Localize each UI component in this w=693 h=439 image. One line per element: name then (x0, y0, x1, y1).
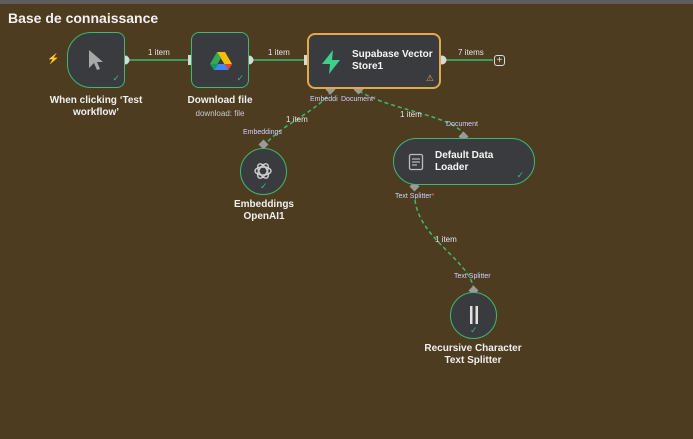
node-default-data-loader[interactable]: Default Data Loader ✓ (393, 138, 535, 185)
wire-label-splitter: 1 item (435, 235, 457, 244)
success-check-icon: ✓ (236, 73, 244, 83)
success-check-icon: ✓ (470, 325, 478, 335)
download-sublabel: download: file (195, 109, 245, 118)
trigger-label: When clicking ‘Test workflow’ (49, 95, 143, 118)
wire-label-embeddings: 1 item (286, 115, 308, 124)
add-node-button[interactable]: + (494, 55, 505, 66)
port-label-embedding: Embeddi (310, 96, 338, 103)
node-manual-trigger[interactable]: ✓ (67, 32, 125, 88)
node-download-file[interactable]: ✓ (191, 32, 249, 88)
port-label-loader-text-splitter: Text Splitter* (395, 193, 435, 200)
port-label-loader-in: Document (446, 121, 478, 128)
wire-label-trigger-download: 1 item (148, 48, 170, 57)
node-embeddings-openai[interactable]: ✓ (240, 148, 287, 195)
embeddings-label: Embeddings OpenAI1 (233, 199, 294, 222)
success-check-icon: ✓ (516, 170, 524, 180)
pointer-icon (89, 50, 103, 70)
supabase-icon (322, 50, 340, 74)
port-label-embeddings-in: Embeddings (243, 129, 282, 136)
loader-label: Default Data Loader (435, 150, 494, 173)
port-label-document: Document* (341, 96, 376, 103)
google-drive-icon (210, 52, 232, 70)
success-check-icon: ✓ (112, 73, 120, 83)
wire-label-supabase-out: 7 items (458, 48, 484, 57)
warning-icon: ⚠ (425, 73, 434, 83)
download-label: Download file (187, 95, 253, 106)
wire-label-loader: 1 item (400, 110, 422, 119)
openai-icon (254, 163, 272, 179)
supabase-label: Supabase Vector Store1 (352, 49, 433, 72)
document-icon (408, 153, 424, 171)
trigger-bolt-icon: ⚡ (47, 54, 60, 65)
wire-label-download-supabase: 1 item (268, 48, 290, 57)
success-check-icon: ✓ (260, 181, 268, 191)
node-recursive-text-splitter[interactable]: ✓ (450, 292, 497, 339)
splitter-icon (470, 306, 478, 324)
splitter-label: Recursive Character Text Splitter (424, 343, 522, 366)
port-label-splitter-in: Text Splitter (454, 273, 491, 280)
node-supabase-vector-store[interactable]: Supabase Vector Store1 ⚠ (307, 33, 441, 89)
